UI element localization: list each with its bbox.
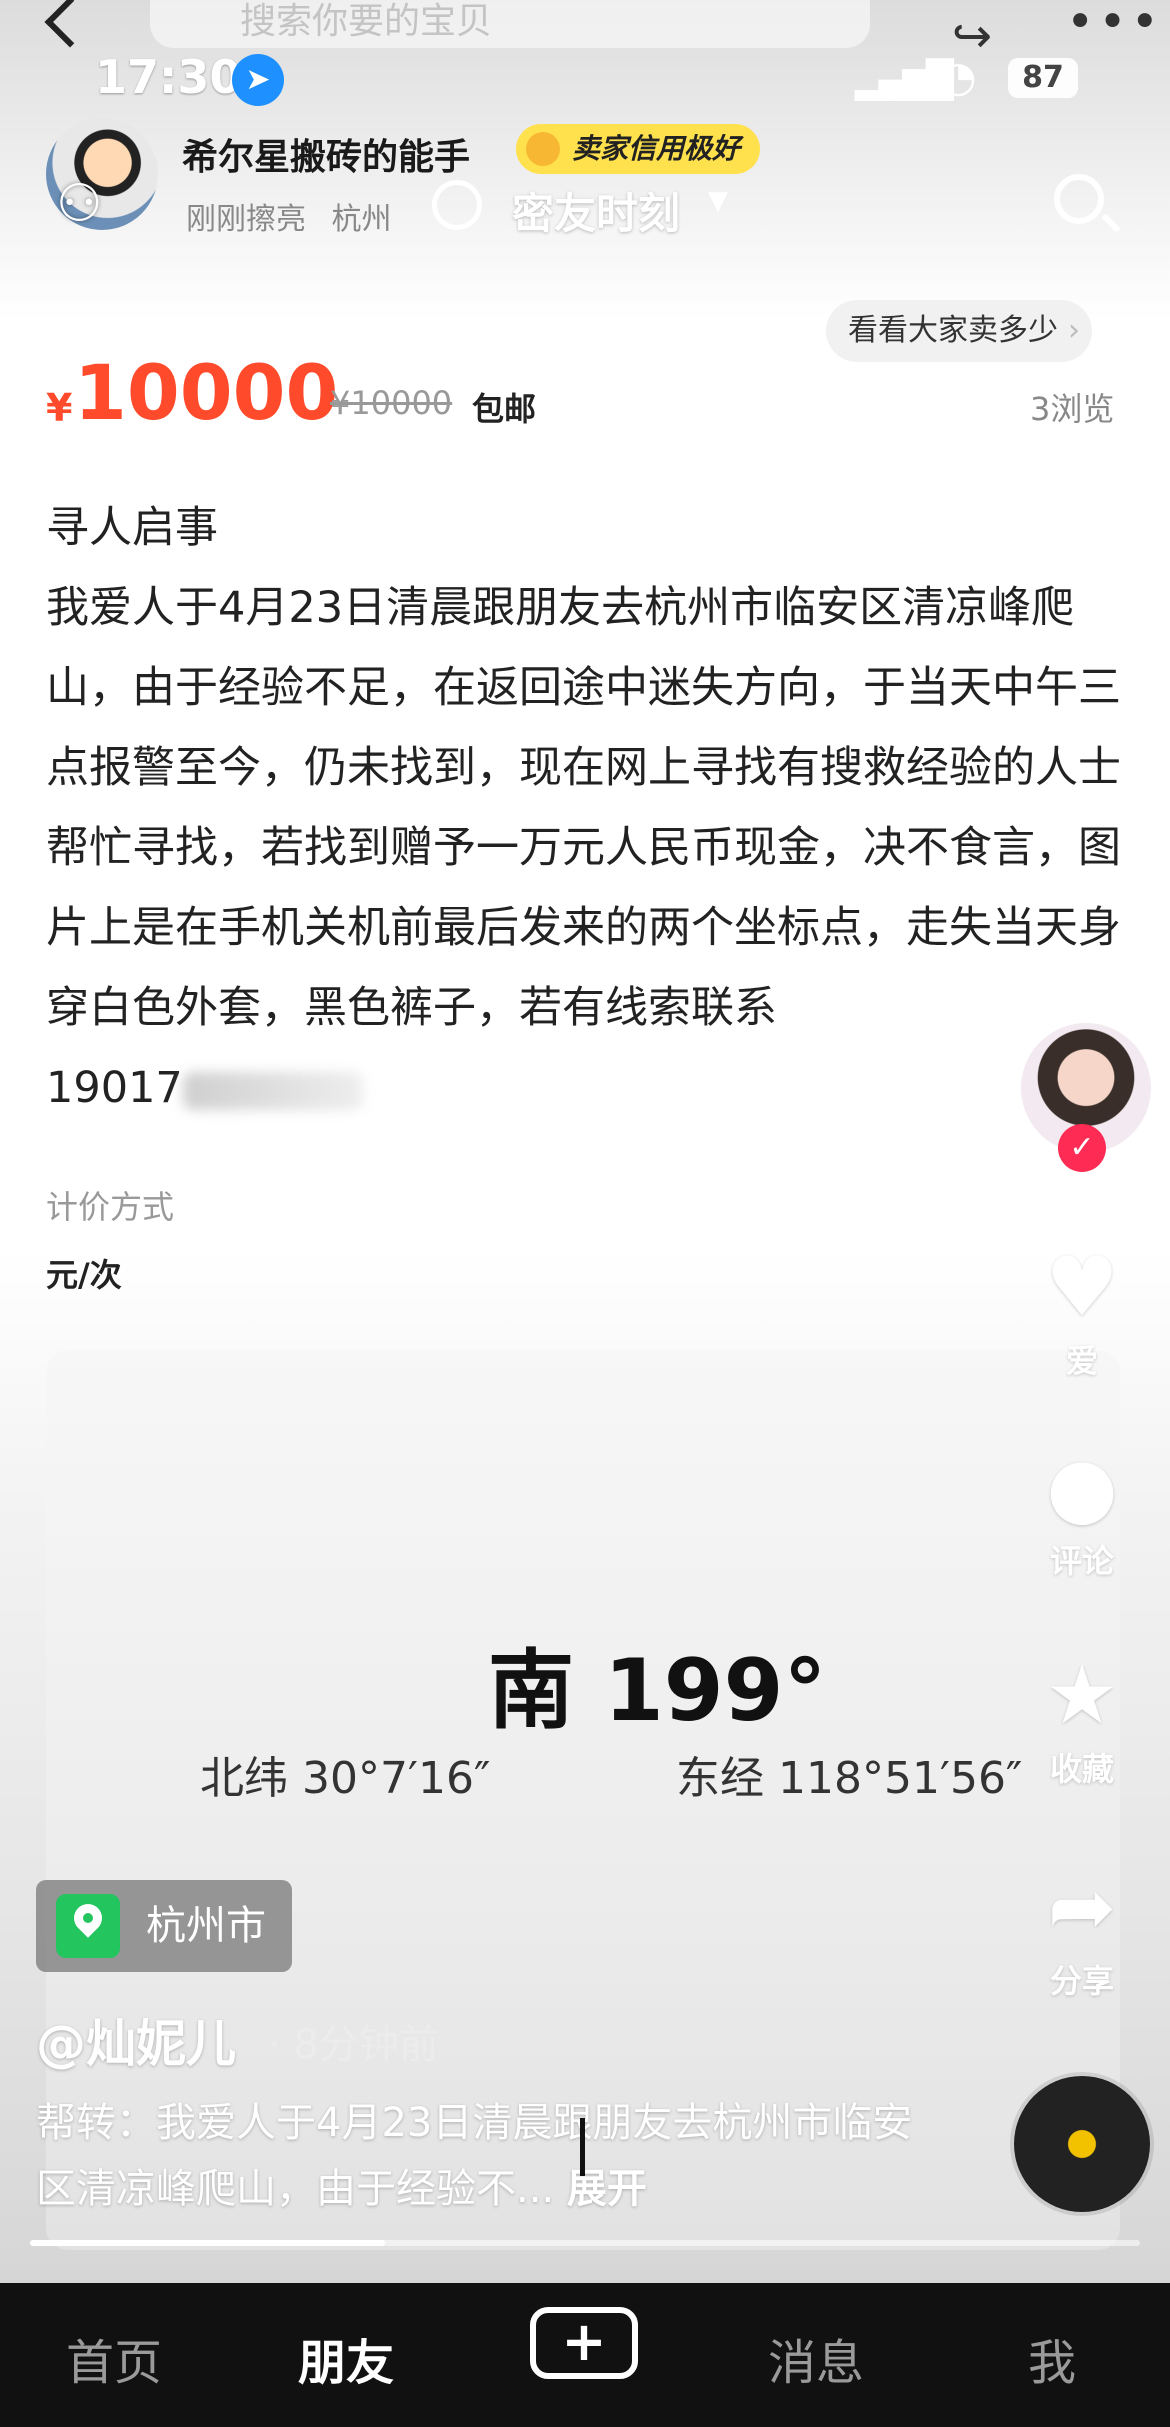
- expand-button[interactable]: 展开: [567, 2166, 647, 2212]
- see-sales-button[interactable]: 看看大家卖多少 ›: [826, 300, 1092, 362]
- search-icon[interactable]: [1054, 174, 1104, 224]
- chevron-right-icon: ›: [1068, 313, 1080, 348]
- nav-me[interactable]: 我: [1028, 2323, 1076, 2393]
- chevron-down-icon[interactable]: ▼: [708, 186, 728, 216]
- create-post-button[interactable]: +: [530, 2307, 638, 2379]
- listing-title: 寻人启事: [46, 503, 218, 553]
- view-count: 3浏览: [1030, 390, 1115, 428]
- seller-meta: 刚刚擦亮 杭州: [186, 194, 392, 238]
- nav-messages[interactable]: 消息: [768, 2323, 864, 2393]
- search-bar[interactable]: 搜索你要的宝贝: [150, 0, 870, 48]
- listing-description: 寻人启事 我爱人于4月23日清晨跟朋友去杭州市临安区清凉峰爬山，由于经验不足，在…: [46, 488, 1126, 1128]
- wifi-icon: ◔: [940, 52, 977, 101]
- comment-label: 评论: [1049, 1542, 1114, 1580]
- share-button[interactable]: ➦ 分享: [1022, 1860, 1142, 2002]
- more-icon[interactable]: •••: [1066, 0, 1163, 50]
- friend-moment-tab[interactable]: 密友时刻: [512, 180, 680, 241]
- video-progress-bar[interactable]: [30, 2240, 1140, 2246]
- favorite-button[interactable]: ★ 收藏: [1022, 1648, 1142, 1790]
- signal-icon: ▂▄▆█: [855, 60, 954, 101]
- credit-badge: 卖家信用极好: [516, 124, 761, 174]
- location-chip-label: 杭州市: [146, 1903, 266, 1949]
- follow-button[interactable]: ✓: [1058, 1124, 1106, 1172]
- search-placeholder: 搜索你要的宝贝: [240, 1, 493, 42]
- add-friend-icon[interactable]: ⚇: [56, 174, 103, 234]
- compass-heading: 南 199°: [488, 1641, 827, 1741]
- price: 10000: [74, 348, 339, 437]
- share-label: 分享: [1049, 1962, 1114, 2000]
- nav-friends[interactable]: 朋友: [298, 2323, 394, 2393]
- back-icon[interactable]: [44, 0, 96, 48]
- comment-icon: ●: [1046, 1440, 1118, 1535]
- video-progress-fill: [30, 2240, 386, 2246]
- location-chip[interactable]: 杭州市: [36, 1880, 292, 1972]
- credit-badge-label: 卖家信用极好: [572, 132, 741, 165]
- seller-city: 杭州: [331, 202, 392, 237]
- comment-button[interactable]: ● 评论: [1022, 1440, 1142, 1582]
- text-cursor: [580, 2118, 585, 2176]
- nav-home[interactable]: 首页: [66, 2323, 162, 2393]
- latitude: 北纬 30°7′16″: [200, 1753, 491, 1804]
- phone-number: 19017: [46, 1063, 183, 1113]
- bottom-navigation: 首页 朋友 + 消息 我: [0, 2283, 1170, 2427]
- redacted-phone: [182, 1071, 363, 1110]
- post-time: · 8分钟前: [268, 2022, 439, 2068]
- music-disc-icon[interactable]: [1014, 2076, 1150, 2212]
- seller-status: 刚刚擦亮: [186, 202, 306, 237]
- battery-indicator: 87: [1008, 58, 1078, 98]
- shipping-tag: 包邮: [472, 390, 537, 428]
- share-arrow-icon: ➦: [1047, 1860, 1117, 1955]
- price-method-label: 计价方式: [46, 1188, 175, 1226]
- see-sales-label: 看看大家卖多少: [848, 313, 1058, 348]
- sunglasses-emoji-icon: [526, 132, 560, 166]
- location-arrow-icon: ➤: [232, 54, 284, 106]
- like-button[interactable]: ♥ 爱: [1022, 1240, 1142, 1382]
- currency-symbol: ¥: [46, 386, 73, 430]
- favorite-label: 收藏: [1049, 1750, 1114, 1788]
- listing-body: 我爱人于4月23日清晨跟朋友去杭州市临安区清凉峰爬山，由于经验不足，在返回途中迷…: [46, 583, 1121, 1033]
- video-caption: 帮转：我爱人于4月23日清晨跟朋友去杭州市临安区清凉峰爬山，由于经验不... 展…: [36, 2090, 936, 2222]
- status-time: 17:30: [95, 50, 242, 104]
- heart-icon: ♥: [1045, 1240, 1119, 1335]
- longitude: 东经 118°51′56″: [676, 1753, 1023, 1804]
- contact-line: 19017: [46, 1048, 1126, 1128]
- friend-moment-icon[interactable]: [432, 180, 482, 230]
- poster-username[interactable]: @灿妮儿: [36, 2004, 236, 2076]
- caption-text: 帮转：我爱人于4月23日清晨跟朋友去杭州市临安区清凉峰爬山，由于经验不...: [36, 2100, 913, 2212]
- star-icon: ★: [1045, 1648, 1119, 1743]
- like-label: 爱: [1065, 1342, 1098, 1380]
- original-price: ¥10000: [330, 384, 453, 422]
- price-method-value: 元/次: [46, 1256, 122, 1294]
- map-pin-icon: [56, 1894, 120, 1958]
- seller-name[interactable]: 希尔星搬砖的能手: [182, 128, 470, 180]
